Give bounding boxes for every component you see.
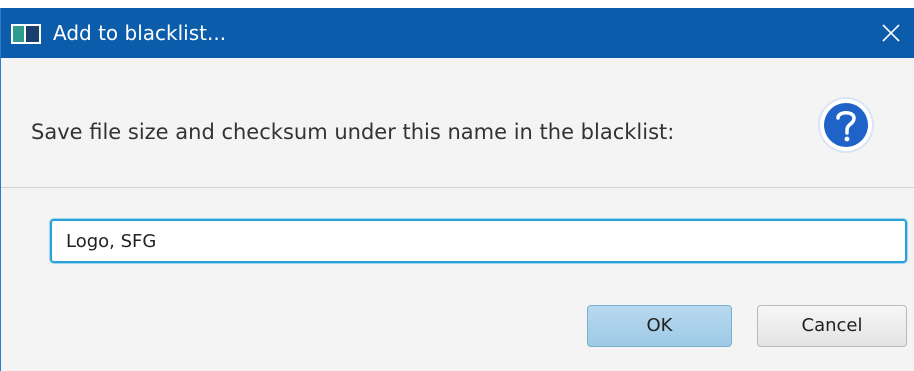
title-bar[interactable]: Add to blacklist... bbox=[1, 8, 914, 58]
question-icon bbox=[818, 97, 874, 153]
dialog-message: Save file size and checksum under this n… bbox=[31, 120, 675, 144]
cancel-button[interactable]: Cancel bbox=[757, 305, 907, 347]
dialog-window: Add to blacklist... Save file size and c… bbox=[0, 8, 914, 371]
close-icon bbox=[882, 24, 900, 42]
dialog-body: OK Cancel bbox=[1, 188, 914, 371]
window-title: Add to blacklist... bbox=[53, 21, 227, 45]
ok-button[interactable]: OK bbox=[587, 305, 732, 347]
close-button[interactable] bbox=[868, 8, 914, 58]
dialog-header: Save file size and checksum under this n… bbox=[1, 58, 914, 188]
app-icon bbox=[11, 24, 41, 44]
blacklist-name-input[interactable] bbox=[50, 219, 907, 263]
